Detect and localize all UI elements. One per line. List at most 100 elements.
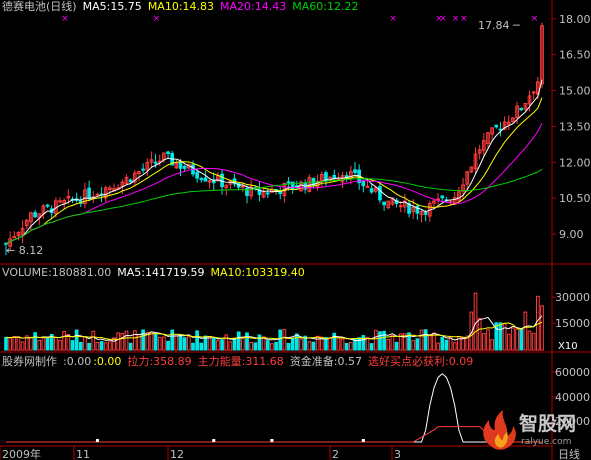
volume-bar (295, 333, 299, 351)
candle-body (519, 107, 524, 111)
indicator-energy: 主力能量:311.68 (197, 355, 284, 368)
price-tick-label: 16.50 (559, 49, 591, 62)
candle-body (286, 181, 291, 184)
volume-bar (54, 336, 58, 351)
volume-bar (232, 338, 237, 351)
volume-bar (99, 341, 104, 351)
volume-bar (216, 340, 220, 351)
indicator-header: 股券网制作:0.00:0.00 拉力:358.89 主力能量:311.68 资金准备:… (2, 356, 479, 368)
volume-pane (4, 292, 544, 351)
ma60-label: MA60:12.22 (292, 0, 359, 13)
candle-body (265, 192, 270, 195)
volume-bar (29, 336, 33, 351)
price-tick-label: 12.00 (559, 156, 591, 169)
price-tick-label: 13.50 (559, 120, 591, 133)
indicator-pane (6, 373, 542, 443)
indicator-blip (95, 439, 99, 442)
date-tick-label: 3 (394, 448, 401, 460)
volume-bar (149, 331, 154, 351)
volume-bar (253, 342, 258, 351)
volume-bar (444, 339, 449, 351)
candle-body (128, 179, 133, 183)
price-header: 德赛电池(日线) MA5:15.75 MA10:14.83 MA20:14.43 MA6… (2, 1, 364, 13)
ma20-label: MA20:14.43 (220, 0, 287, 13)
pull-line (6, 373, 542, 443)
volume-bar (45, 336, 50, 351)
date-tick-label: 12 (170, 448, 184, 460)
stock-chart: 18.00 16.50 15.00 13.50 12.00 10.50 9.00 30000 1… (0, 0, 591, 460)
candle-body (494, 124, 499, 128)
volume-bar (382, 330, 386, 351)
candle-body (166, 151, 170, 155)
volume-bar (12, 336, 17, 351)
volume-bar (290, 337, 295, 351)
ma5-line (5, 79, 543, 245)
indicator-tick-label: 40000 (555, 391, 590, 404)
volume-bar (328, 337, 332, 351)
volume-bar (452, 342, 457, 351)
volume-bar (70, 340, 75, 351)
volume-bar (91, 330, 96, 351)
energy-line (6, 426, 542, 443)
volume-bar (511, 327, 515, 351)
signal-marker: × (452, 14, 460, 24)
candle-body (361, 180, 366, 187)
ma10-label: MA10:14.83 (147, 0, 215, 13)
volume-bar (211, 337, 216, 351)
indicator-v2: :0.00 (93, 355, 122, 368)
low-price-label: ← 8.12 (6, 244, 44, 257)
volume-bar (120, 332, 125, 351)
candle-body (353, 169, 357, 174)
ma20-line (5, 122, 543, 245)
volume-bar (278, 329, 283, 351)
volume-bar (411, 339, 416, 351)
candle-body (240, 185, 245, 188)
candle-body (199, 178, 204, 181)
candle-body (365, 185, 370, 188)
volume-bar (207, 336, 212, 351)
date-tick-label: 2009年 (2, 447, 41, 460)
volume-bar (87, 342, 91, 351)
volume-bar (236, 331, 241, 351)
volume-bar (153, 333, 158, 351)
volume-bar (486, 329, 490, 351)
volume-bar (332, 332, 337, 351)
volume-bar (103, 342, 108, 351)
volume-bar (95, 342, 100, 351)
volume-bar (62, 330, 67, 351)
volume-bar (257, 334, 262, 351)
volume-bar (373, 329, 378, 351)
high-price-label: 17.84 ─ (478, 19, 520, 32)
volume-bar (74, 329, 79, 351)
indicator-pick: 选好买点必获利:0.09 (368, 355, 474, 368)
volume-bar (228, 341, 233, 351)
volume-bar (128, 342, 133, 351)
candle-body (33, 212, 37, 218)
volume-unit-label: X10 (558, 341, 578, 352)
volume-bar (286, 342, 291, 351)
vol-ma5-label: MA5:141719.59 (117, 266, 205, 279)
date-tick-label: 11 (76, 448, 90, 460)
candle-body (178, 161, 183, 169)
candle-body (369, 188, 374, 193)
volume-bar (361, 335, 366, 351)
volume-bar (477, 317, 482, 351)
volume-bar (515, 328, 519, 351)
candle-body (95, 193, 100, 196)
indicator-blip (361, 439, 365, 442)
volume-bar (20, 341, 25, 351)
volume-bar (170, 329, 175, 351)
signal-marker: × (61, 14, 69, 24)
volume-bar (174, 333, 179, 351)
candle-body (195, 171, 199, 179)
volume-bar (481, 333, 486, 351)
volume-bar (141, 329, 145, 351)
volume-tick-label: 15000 (555, 317, 590, 330)
ma60-line (5, 168, 543, 245)
volume-bar (523, 311, 528, 351)
volume-bar (394, 341, 399, 351)
volume-bar (265, 340, 270, 351)
candle-body (87, 187, 91, 200)
price-tick-label: 18.00 (559, 13, 591, 26)
volume-bar (315, 335, 320, 351)
